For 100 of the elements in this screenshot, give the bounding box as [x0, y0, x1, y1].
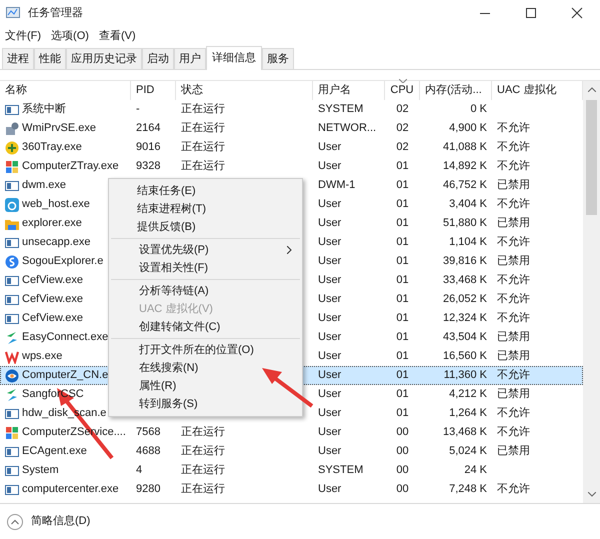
menu-item[interactable]: 选项(O) — [51, 28, 89, 44]
context-menu-item[interactable]: 分析等待链(A) — [111, 282, 300, 300]
context-menu-item[interactable]: 结束任务(E) — [109, 182, 302, 200]
uac-cell: 已禁用 — [497, 179, 530, 192]
cpu-cell: 01 — [396, 198, 409, 210]
window-icon — [5, 292, 19, 306]
window-icon — [5, 406, 19, 420]
scroll-up-icon[interactable] — [588, 87, 596, 92]
scroll-thumb[interactable] — [586, 100, 597, 215]
plus-icon — [5, 140, 19, 154]
cpu-cell: 01 — [396, 255, 409, 268]
user-cell: User — [318, 312, 342, 324]
scroll-down-icon[interactable] — [588, 492, 596, 497]
menu-item[interactable]: 查看(V) — [98, 28, 136, 44]
pid-cell: 9280 — [136, 483, 160, 496]
uac-cell: 不允许 — [497, 274, 530, 286]
tab[interactable]: 启动 — [142, 48, 174, 69]
window-icon — [5, 444, 19, 458]
context-menu-item[interactable]: 设置相关性(F) — [111, 259, 300, 277]
memory-cell: 1,104 K — [449, 236, 487, 248]
cpu-cell: 01 — [396, 350, 409, 362]
process-name: ComputerZTray.exe — [22, 159, 119, 174]
tab[interactable]: 服务 — [262, 48, 294, 69]
cpu-cell: 01 — [396, 293, 409, 306]
window-icon — [5, 482, 19, 496]
app-icon — [6, 6, 22, 20]
memory-cell: 4,900 K — [449, 122, 487, 134]
column-header[interactable]: PID — [131, 81, 176, 100]
memory-cell: 39,816 K — [442, 255, 487, 268]
context-menu-item[interactable]: 属性(R) — [111, 377, 300, 395]
window-icon — [5, 312, 19, 326]
pid-cell: 4688 — [136, 445, 160, 458]
user-cell: User — [318, 255, 342, 268]
process-name: EasyConnect.exe — [22, 330, 108, 346]
context-menu-item[interactable]: 提供反馈(B) — [109, 218, 302, 236]
process-name: SogouExplorer.e — [22, 254, 104, 270]
user-cell: NETWOR... — [318, 122, 376, 134]
user-cell: User — [318, 445, 342, 458]
user-cell: User — [318, 160, 342, 172]
uac-cell: 不允许 — [497, 141, 530, 154]
collapse-icon[interactable] — [7, 514, 23, 530]
windows-flag-icon — [5, 426, 19, 440]
cpu-cell: 01 — [396, 312, 409, 324]
context-menu-item[interactable]: 打开文件所在的位置(O) — [111, 341, 300, 359]
uac-cell: 已禁用 — [497, 255, 530, 268]
memory-cell: 14,892 K — [442, 160, 487, 172]
cpu-cell: 00 — [396, 426, 409, 438]
app-icon — [5, 198, 19, 212]
cpu-cell: 02 — [396, 122, 409, 134]
user-cell: User — [318, 483, 342, 496]
user-cell: User — [318, 407, 342, 420]
scrollbar[interactable] — [583, 81, 600, 503]
memory-cell: 7,248 K — [449, 483, 487, 496]
column-header[interactable]: CPU — [385, 81, 420, 100]
uac-cell: 不允许 — [497, 369, 530, 382]
column-header[interactable]: 名称 — [0, 81, 131, 100]
user-cell: SYSTEM — [318, 464, 364, 476]
pid-cell: 4 — [136, 464, 142, 476]
context-menu-item[interactable]: 在线搜索(N) — [111, 359, 300, 377]
uac-cell: 不允许 — [497, 198, 530, 210]
tab[interactable]: 详细信息 — [206, 46, 262, 70]
uac-cell: 不允许 — [497, 426, 530, 438]
swoosh-icon — [5, 388, 19, 402]
column-header[interactable]: 用户名 — [313, 81, 385, 100]
user-cell: User — [318, 350, 342, 362]
tab[interactable]: 用户 — [174, 48, 206, 69]
menu-item[interactable]: 文件(F) — [5, 28, 42, 44]
cpu-cell: 01 — [396, 274, 409, 286]
process-name: web_host.exe — [22, 197, 90, 212]
user-cell: User — [318, 274, 342, 286]
uac-cell: 已禁用 — [497, 331, 530, 344]
pid-cell: 7568 — [136, 426, 160, 438]
cpu-cell: 01 — [396, 179, 409, 192]
pid-cell: 9016 — [136, 141, 160, 154]
context-menu-item[interactable]: 结束进程树(T) — [109, 200, 302, 218]
tab[interactable]: 性能 — [34, 48, 66, 69]
memory-cell: 24 K — [464, 464, 487, 476]
cpu-cell: 01 — [396, 331, 409, 344]
globe-icon — [5, 254, 19, 268]
uac-cell: 不允许 — [497, 293, 530, 306]
column-header[interactable]: 内存(活动... — [420, 81, 492, 100]
context-menu-item[interactable]: 设置优先级(P) — [111, 241, 300, 259]
memory-cell: 46,752 K — [442, 179, 487, 192]
user-cell: User — [318, 369, 342, 382]
column-header[interactable]: 状态 — [176, 81, 313, 100]
tab[interactable]: 应用历史记录 — [66, 48, 142, 69]
status-cell: 正在运行 — [181, 103, 225, 116]
context-menu-item[interactable]: 转到服务(S) — [111, 395, 300, 413]
annotation-arrow — [262, 368, 314, 408]
process-name: computercenter.exe — [22, 482, 119, 498]
uac-cell: 已禁用 — [497, 388, 530, 400]
eye-icon — [5, 368, 19, 382]
user-cell: DWM-1 — [318, 179, 356, 192]
cpu-cell: 00 — [396, 483, 409, 496]
fewer-details-link[interactable]: 简略信息(D) — [31, 513, 90, 530]
tab[interactable]: 进程 — [2, 48, 34, 69]
user-cell: SYSTEM — [318, 103, 364, 116]
cpu-cell: 00 — [396, 445, 409, 458]
cpu-cell: 01 — [396, 388, 409, 400]
context-menu-item[interactable]: 创建转储文件(C) — [111, 318, 300, 336]
